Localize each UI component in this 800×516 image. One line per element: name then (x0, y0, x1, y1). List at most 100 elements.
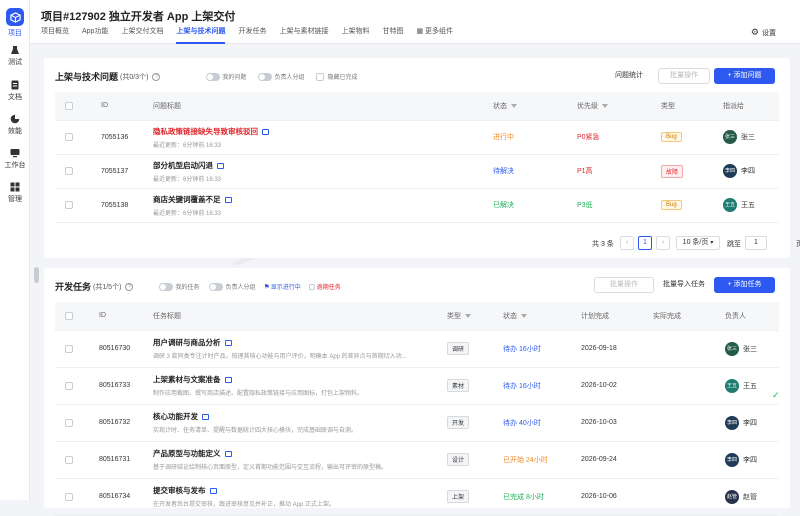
toggle-switch[interactable] (159, 282, 174, 291)
filter-icon[interactable] (521, 313, 527, 318)
checkbox[interactable] (308, 283, 315, 290)
col-id[interactable]: ID (101, 92, 153, 121)
row-checkbox[interactable] (65, 167, 73, 175)
nav-item-docs[interactable]: 文档 (0, 80, 30, 102)
document-icon[interactable] (209, 488, 217, 495)
col-status[interactable]: 状态 (503, 302, 581, 331)
row-checkbox[interactable] (65, 344, 73, 353)
document-icon[interactable] (202, 414, 209, 421)
tab-more-components[interactable]: ▦ 更多组件 (416, 26, 453, 44)
issue-status[interactable]: 已解决 (493, 188, 577, 223)
issue-priority[interactable]: P0紧急 (577, 120, 661, 155)
col-actual-date[interactable]: 实际完成 (653, 302, 725, 331)
issue-priority[interactable]: P3低 (577, 188, 661, 223)
tab-overview[interactable]: 项目概览 (41, 26, 69, 44)
filter-icon[interactable] (465, 313, 471, 318)
row-checkbox[interactable] (65, 381, 73, 390)
nav-item-workbench[interactable]: 工作台 (0, 148, 30, 170)
issue-title-link[interactable]: 商店关键词覆盖不足 (153, 195, 221, 204)
filter-icon[interactable] (511, 103, 517, 108)
table-row[interactable]: 80516731 产品原型与功能定义 基于调研结论绘制核心页面原型，定义首期功能范… (55, 441, 779, 479)
issue-stats-button[interactable]: 问题统计 (614, 68, 644, 84)
row-checkbox[interactable] (65, 492, 73, 501)
nav-item-test[interactable]: 测试 (0, 45, 30, 67)
col-priority[interactable]: 优先级 (577, 92, 661, 121)
issue-status[interactable]: 进行中 (493, 120, 577, 155)
toggle-switch[interactable] (258, 72, 273, 81)
table-row[interactable]: 80516733 上架素材与文案准备 制作应用截图、撰写商店描述、配置隐私政策链接… (55, 367, 779, 405)
document-icon[interactable] (224, 377, 232, 384)
document-icon[interactable] (217, 162, 224, 169)
toggle-my-tasks[interactable]: 我的任务 (159, 282, 199, 291)
nav-item-project[interactable]: 项目 (0, 8, 30, 38)
toggle-switch[interactable] (206, 72, 221, 81)
page-size-select[interactable]: 10 条/页 ▾ (676, 236, 720, 250)
document-icon[interactable] (224, 196, 232, 203)
col-status[interactable]: 状态 (493, 92, 577, 121)
document-icon[interactable] (262, 128, 269, 135)
table-row[interactable]: 7055138 商店关键词覆盖不足 最近更新：6分钟前 16:33 已解决 P3低… (55, 188, 779, 223)
issue-status[interactable]: 待解决 (493, 154, 577, 189)
toggle-my-issues[interactable]: 我的问题 (206, 72, 246, 81)
add-issue-button[interactable]: + 添加问题 (714, 68, 775, 84)
issue-title-link[interactable]: 部分机型启动闪退 (153, 161, 213, 170)
goto-page-input[interactable]: 1 (745, 236, 767, 250)
batch-actions-button[interactable]: 批量操作 (658, 68, 710, 84)
prev-page-button[interactable]: ‹ (620, 236, 634, 250)
col-plan-date[interactable]: 计划完成 (581, 302, 653, 331)
tab-dev-tasks[interactable]: 开发任务 (238, 26, 266, 44)
issue-title-link[interactable]: 隐私政策链接缺失导致审核驳回 (153, 127, 258, 136)
tab-materials[interactable]: 上架物料 (341, 26, 369, 44)
toggle-owner-group[interactable]: 负责人分组 (258, 72, 304, 81)
tab-links[interactable]: 上架与素材链接 (279, 26, 328, 44)
filter-icon[interactable] (602, 103, 608, 108)
row-checkbox[interactable] (65, 201, 73, 209)
batch-import-button[interactable]: 批量导入任务 (658, 277, 710, 293)
table-row[interactable]: 80516730 用户调研与商品分析 调研 3 款同类专注计时产品，梳理其核心功能… (55, 330, 779, 368)
task-title-link[interactable]: 上架素材与文案准备 (153, 375, 221, 384)
task-title-link[interactable]: 提交审核与发布 (153, 486, 206, 495)
table-row[interactable]: 7055136 隐私政策链接缺失导致审核驳回 最近更新：6分钟前 16:33 进行… (55, 120, 779, 155)
select-all-checkbox[interactable] (65, 101, 73, 110)
nav-item-admin[interactable]: 管理 (0, 182, 30, 204)
sidebar-resize-handle[interactable] (34, 267, 39, 283)
tab-app-features[interactable]: App功能 (82, 26, 108, 44)
show-in-progress-filter[interactable]: ⚑ 显示进行中 (263, 282, 300, 292)
toggle-owner-group[interactable]: 负责人分组 (209, 282, 255, 291)
tab-delivery-docs[interactable]: 上架交付文档 (121, 26, 163, 44)
assistant-float-icon[interactable]: ✓ (772, 390, 784, 402)
document-icon[interactable] (224, 451, 232, 458)
row-checkbox[interactable] (65, 418, 73, 427)
task-status[interactable]: 待办 16小时 (503, 330, 581, 368)
row-checkbox[interactable] (65, 133, 73, 141)
toggle-switch[interactable] (209, 282, 224, 291)
tab-issues[interactable]: 上架与技术问题 (176, 26, 226, 44)
task-status[interactable]: 已完成 8小时 (503, 478, 581, 516)
tab-gantt[interactable]: 甘特图 (382, 26, 403, 44)
task-title-link[interactable]: 产品原型与功能定义 (153, 449, 221, 458)
checkbox[interactable] (316, 72, 325, 81)
table-row[interactable]: 80516732 核心功能开发 实现计时、任务清单、提醒与数据统计四大核心模块，完… (55, 404, 779, 442)
batch-actions-button[interactable]: 批量操作 (594, 277, 654, 293)
row-checkbox[interactable] (65, 455, 73, 464)
next-page-button[interactable]: › (656, 236, 670, 250)
task-title-link[interactable]: 用户调研与商品分析 (153, 338, 221, 347)
document-icon[interactable] (224, 340, 232, 347)
task-status[interactable]: 待办 40小时 (503, 404, 581, 442)
col-id[interactable]: ID (99, 302, 153, 331)
hide-done-checkbox[interactable]: 隐藏已完成 (316, 72, 357, 81)
page-number[interactable]: 1 (638, 236, 652, 250)
task-title-link[interactable]: 核心功能开发 (153, 412, 198, 421)
settings-button[interactable]: ⚙ 设置 (751, 27, 776, 38)
col-type[interactable]: 类型 (447, 302, 503, 331)
select-all-checkbox[interactable] (65, 311, 73, 320)
table-row[interactable]: 80516734 提交审核与发布 在开发者后台提交审核，跟进审核意见并补正，推动 … (55, 478, 779, 516)
task-status[interactable]: 已开始 24小时 (503, 441, 581, 479)
add-task-button[interactable]: + 添加任务 (714, 277, 775, 293)
task-status[interactable]: 待办 16小时 (503, 367, 581, 405)
table-row[interactable]: 7055137 部分机型启动闪退 最近更新：6分钟前 16:33 待解决 P1高 … (55, 154, 779, 189)
issue-priority[interactable]: P1高 (577, 154, 661, 189)
overdue-filter[interactable]: 逾期任务 (308, 282, 341, 291)
col-type[interactable]: 类型 (661, 92, 723, 121)
nav-item-efficiency[interactable]: 效能 (0, 114, 30, 136)
